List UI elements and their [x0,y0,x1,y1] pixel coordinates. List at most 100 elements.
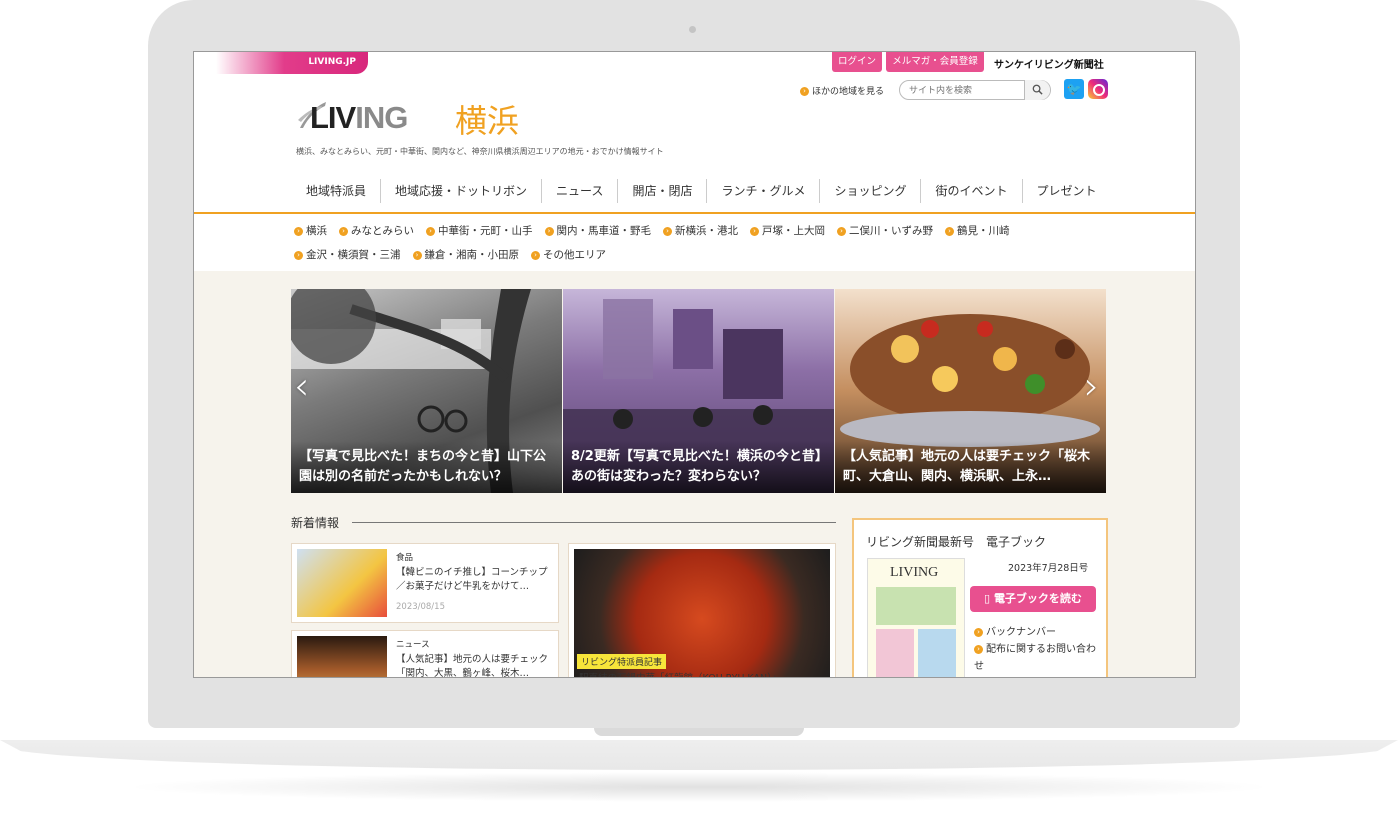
slide-caption: 【写真で見比べた！まちの今と昔】山下公園は別の名前だったかもしれない？ [291,441,562,493]
chevron-right-icon: › [294,226,303,236]
ebook-title: リビング新聞最新号 電子ブック [866,535,1047,549]
nav-item[interactable]: ショッピング [820,179,922,203]
living-jp-tab[interactable]: LIVING.JP [216,52,368,74]
area-label: 新横浜・港北 [675,225,738,237]
cover-image [876,629,914,677]
nav-item[interactable]: ニュース [542,179,619,203]
cover-logo: LIVING [890,565,939,580]
news-heading: 新着情報 [291,516,340,530]
chevron-right-icon: › [544,226,554,236]
area-link[interactable]: › 鎌倉・湘南・小田原 [412,247,520,262]
feature-badge: リビング特派員記事 [577,654,667,669]
area-link[interactable]: › 金沢・横須賀・三浦 [294,247,401,262]
chevron-right-icon: › [800,87,809,96]
news-thumbnail [297,636,387,677]
area-label: 鎌倉・湘南・小田原 [424,249,520,261]
ebook-panel: リビング新聞最新号 電子ブック LIVING 2023年7月28日号 ▯ 電子ブ… [852,518,1108,677]
logo-text-dark: LIV [310,100,356,135]
search-button[interactable] [1024,80,1050,100]
area-links-row-1: › 横浜 › みなとみらい › 中華街・元町・山手 › 関内・馬車道・野毛 › 新横浜・港… [294,223,1022,238]
chevron-right-icon: › [837,226,846,236]
laptop-notch [594,728,804,736]
news-heading-rule [352,522,836,523]
chevron-right-icon: › [974,644,983,654]
camera-dot [689,26,696,33]
news-title: 【人気記事】地元の人は要チェック「関内、大黒、鶴ヶ峰、桜木… [396,654,549,678]
area-label: 金沢・横須賀・三浦 [306,249,401,261]
area-link[interactable]: › 横浜 [294,223,327,238]
nav-item[interactable]: 地域応援・ドットリボン [381,179,543,203]
area-links-row-2: › 金沢・横須賀・三浦 › 鎌倉・湘南・小田原 › その他エリア [294,247,618,262]
news-category: 食品 [396,553,414,563]
backnumber-label: バックナンバー [986,627,1056,638]
twitter-icon[interactable]: 🐦 [1064,79,1084,99]
nav-item[interactable]: プレゼント [1023,179,1111,203]
read-ebook-label: 電子ブックを読む [993,592,1082,605]
mailmag-register-button[interactable]: メルマガ・会員登録 [886,52,984,72]
chevron-right-icon: › [974,627,983,637]
area-link[interactable]: › 二俣川・いずみ野 [837,223,933,238]
chevron-right-icon: › [426,226,435,236]
ebook-issue-date: 2023年7月28日号 [1008,563,1089,574]
site-logo[interactable]: LIVING [310,100,408,136]
feature-card[interactable]: リビング特派員記事 駅直結の石鍋中華「紅龍館（KOU RYU KAN）」 [568,543,836,677]
nav-divider [194,212,1195,214]
area-link[interactable]: › 関内・馬車道・野毛 [544,223,652,238]
site-tagline: 横浜、みなとみらい、元町・中華街、関内など、神奈川県横浜周辺エリアの地元・おでか… [296,147,664,156]
cover-image [918,629,956,677]
instagram-icon[interactable] [1088,79,1108,99]
slide-caption: 8/2更新【写真で見比べた！横浜の今と昔】あの街は変わった？変わらない？ [563,441,834,493]
main-nav: 地域特派員 地域応援・ドットリボン ニュース 開店・閉店 ランチ・グルメ ショッ… [292,179,1111,203]
logo-text-gray: ING [355,100,408,135]
area-label: 関内・馬車道・野毛 [556,225,652,237]
chevron-right-icon: › [294,250,303,260]
search-box [899,80,1051,100]
chevron-right-icon: › [750,226,759,236]
nav-item[interactable]: 街のイベント [921,179,1023,203]
browser-screen: LIVING.JP ログイン メルマガ・会員登録 サンケイリビング新聞社 › ほか… [193,51,1196,678]
news-card[interactable]: ニュース 【人気記事】地元の人は要チェック「関内、大黒、鶴ヶ峰、桜木… [291,630,559,678]
book-icon: ▯ [984,592,994,605]
publisher-logo[interactable]: サンケイリビング新聞社 [994,56,1104,71]
area-link[interactable]: › 新横浜・港北 [663,223,738,238]
login-button[interactable]: ログイン [832,52,882,72]
area-label: 戸塚・上大岡 [762,225,825,237]
carousel-slide[interactable]: 8/2更新【写真で見比べた！横浜の今と昔】あの街は変わった？変わらない？ [563,289,834,493]
other-region-label: ほかの地域を見る [812,87,885,97]
feature-title: 駅直結の石鍋中華「紅龍館（KOU RYU KAN）」 [579,670,781,677]
chevron-left-icon[interactable]: ‹ [294,364,309,408]
carousel-slide[interactable]: 【写真で見比べた！まちの今と昔】山下公園は別の名前だったかもしれない？ [291,289,562,493]
nav-item[interactable]: ランチ・グルメ [707,179,821,203]
chevron-right-icon: › [412,250,422,260]
logo-city: 横浜 [455,102,520,140]
nav-item[interactable]: 地域特派員 [292,179,382,203]
news-card[interactable]: 食品 【韓ビニのイチ推し】コーンチップ／お菓子だけど牛乳をかけて… 2023/0… [291,543,559,623]
read-ebook-button[interactable]: ▯ 電子ブックを読む [970,586,1096,612]
area-link[interactable]: › その他エリア [531,247,606,262]
distribution-link[interactable]: › 配布に関するお問い合わせ [974,641,1098,675]
area-label: 中華街・元町・山手 [438,225,533,237]
area-label: その他エリア [543,249,606,261]
area-link[interactable]: › みなとみらい [339,223,414,238]
news-date: 2023/08/15 [396,602,445,612]
news-thumbnail [297,549,387,617]
other-region-link[interactable]: › ほかの地域を見る [800,84,884,97]
news-title: 【韓ビニのイチ推し】コーンチップ／お菓子だけど牛乳をかけて… [396,567,548,592]
laptop-shadow [120,772,1278,802]
search-input[interactable] [909,84,1019,98]
carousel-slide[interactable]: 【人気記事】地元の人は要チェック「桜木町、大倉山、関内、横浜駅、上永… [835,289,1106,493]
ebook-cover[interactable]: LIVING [867,558,965,677]
cover-image [876,587,956,625]
area-label: 横浜 [306,225,327,237]
slide-caption: 【人気記事】地元の人は要チェック「桜木町、大倉山、関内、横浜駅、上永… [835,441,1106,493]
area-link[interactable]: › 中華街・元町・山手 [426,223,533,238]
area-link[interactable]: › 鶴見・川崎 [945,223,1010,238]
area-link[interactable]: › 戸塚・上大岡 [750,223,825,238]
backnumber-link[interactable]: › バックナンバー [974,624,1098,641]
chevron-right-icon: › [531,250,540,260]
chevron-right-icon: › [339,226,348,236]
chevron-right-icon[interactable]: › [1084,364,1099,408]
nav-item[interactable]: 開店・閉店 [618,179,708,203]
area-label: みなとみらい [351,225,414,237]
chevron-right-icon: › [945,226,954,236]
